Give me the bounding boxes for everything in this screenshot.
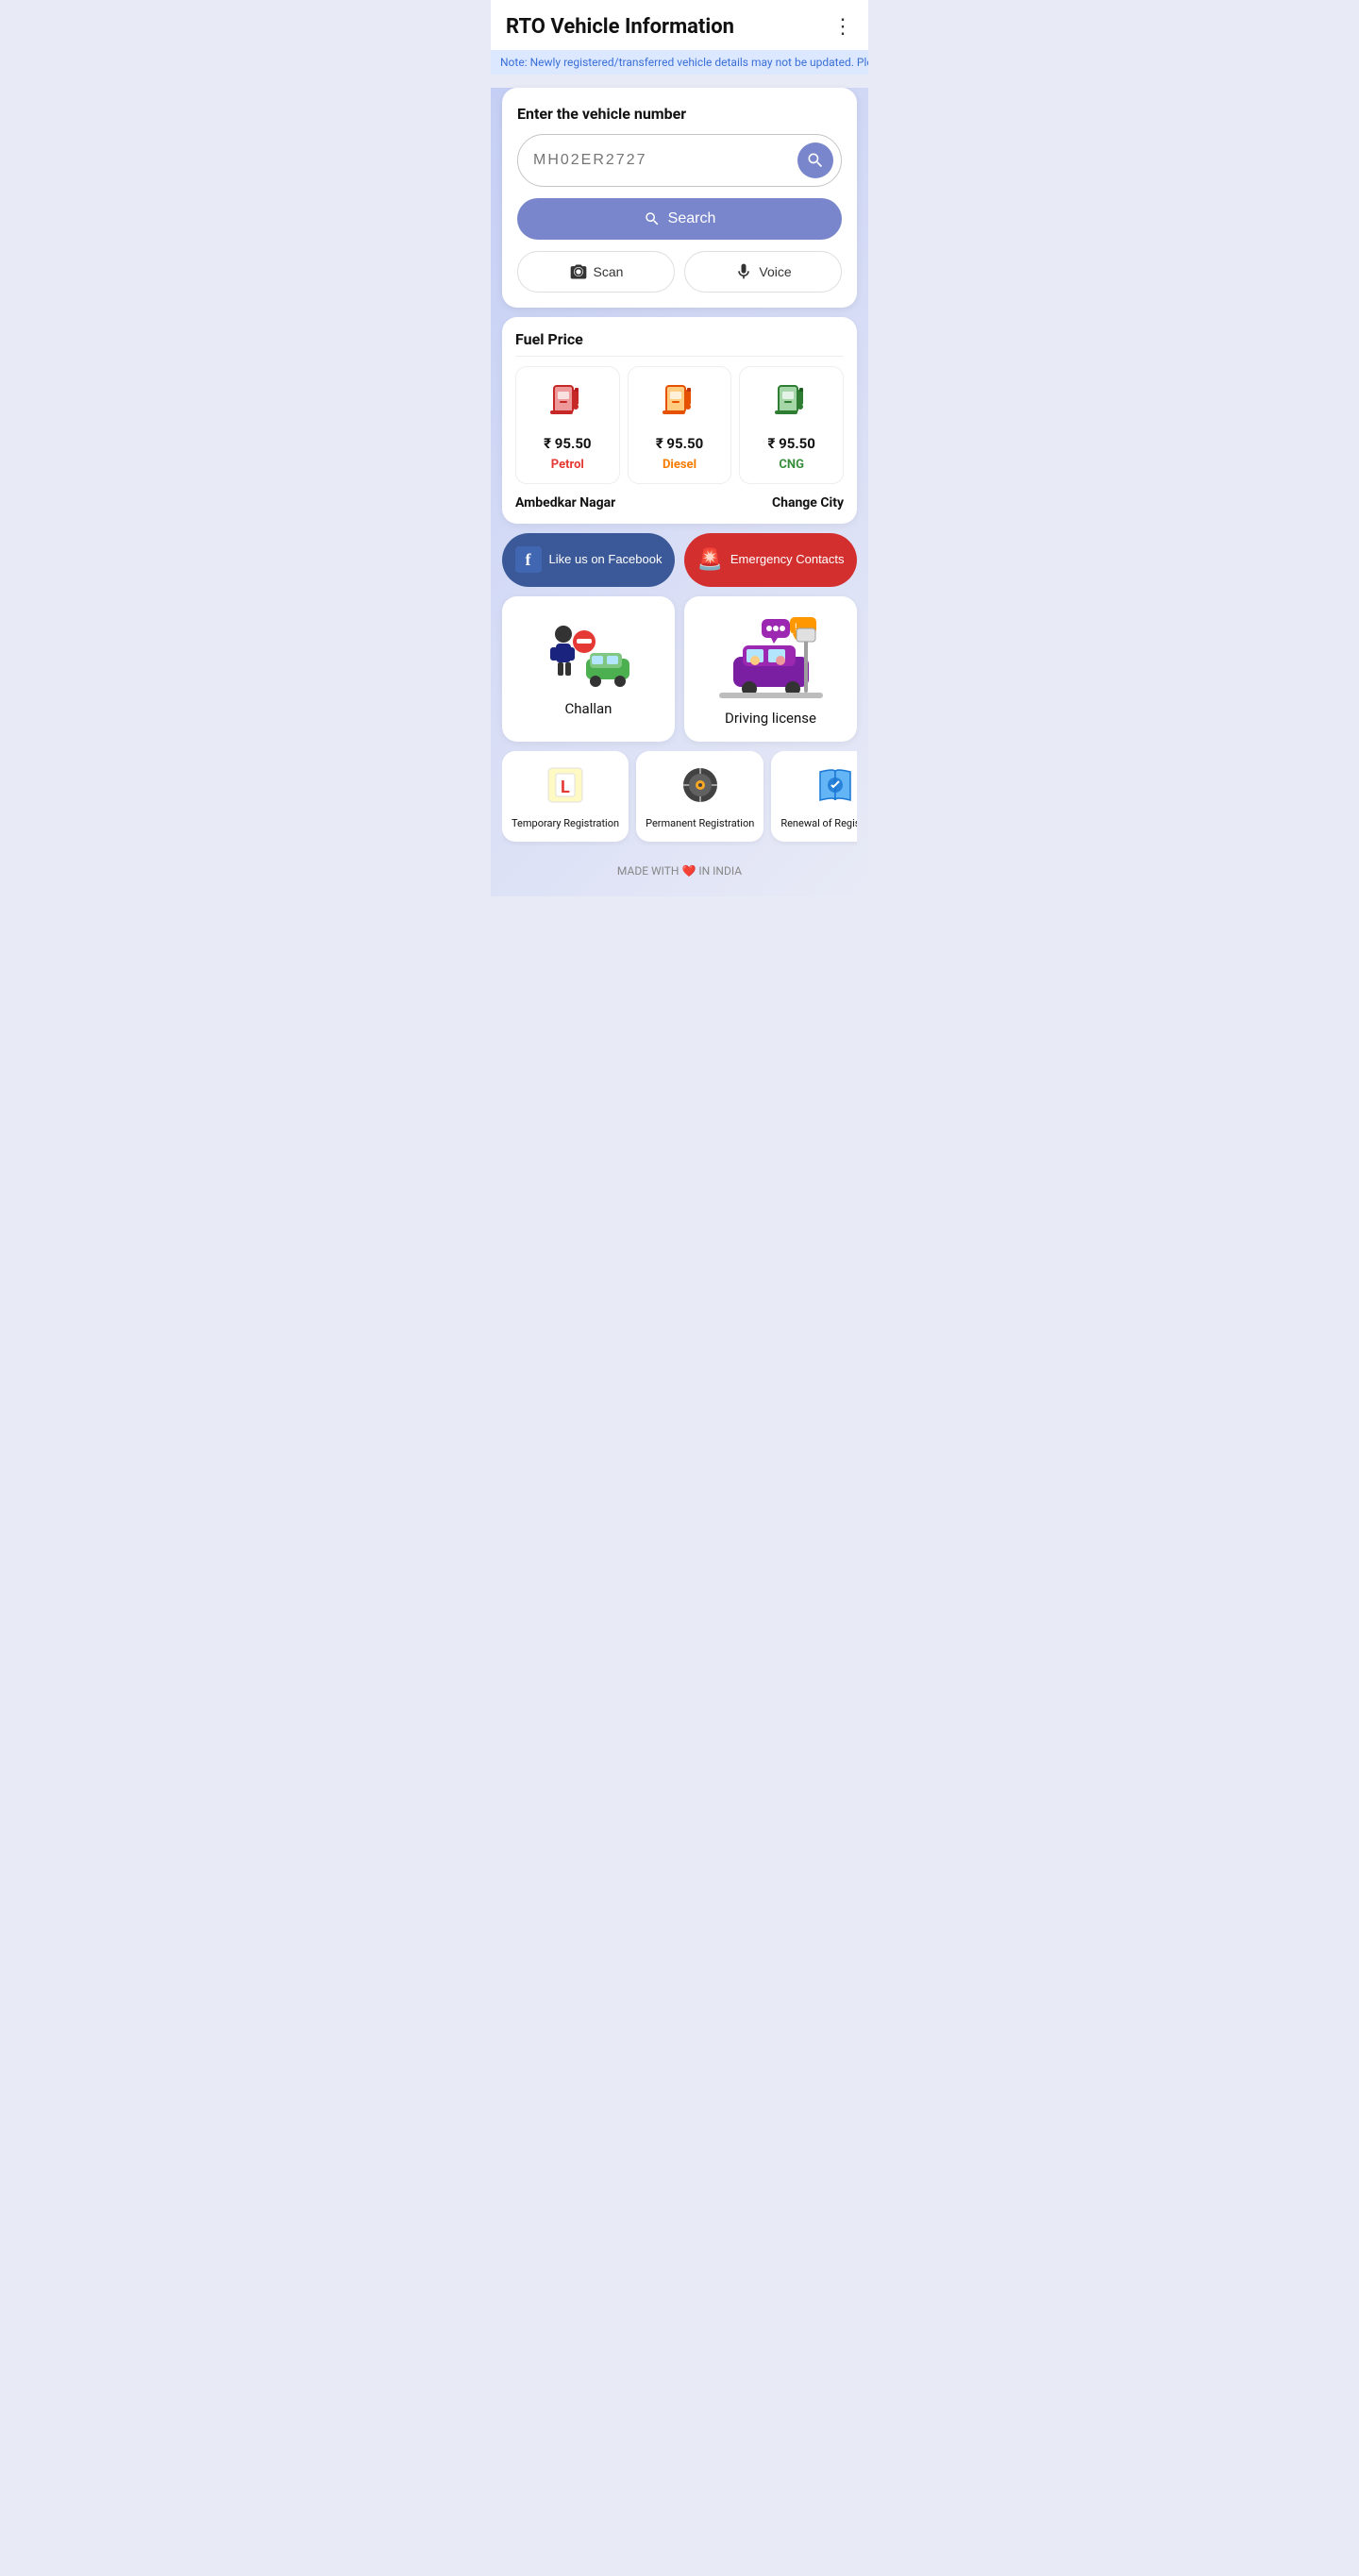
perm-reg-label: Permanent Registration xyxy=(646,817,754,830)
perm-reg-card[interactable]: Permanent Registration xyxy=(636,751,763,842)
driving-license-icon: ! xyxy=(694,615,847,700)
main-cards-row: Challan ! xyxy=(502,596,857,742)
petrol-pump-icon xyxy=(546,378,588,429)
cng-label: CNG xyxy=(779,458,804,472)
search-card-title: Enter the vehicle number xyxy=(517,105,842,123)
fuel-title: Fuel Price xyxy=(515,330,844,357)
notice-bar: Note: Newly registered/transferred vehic… xyxy=(491,50,868,75)
perm-reg-icon xyxy=(680,764,721,810)
fuel-city: Ambedkar Nagar xyxy=(515,495,615,510)
footer: MADE WITH ❤️ IN INDIA xyxy=(491,855,868,887)
fuel-item-petrol[interactable]: ₹ 95.50 Petrol xyxy=(515,366,620,484)
emergency-button[interactable]: 🚨 Emergency Contacts xyxy=(684,533,857,587)
temp-reg-label: Temporary Registration xyxy=(512,817,619,830)
cng-pump-icon xyxy=(771,378,813,429)
renewal-reg-icon xyxy=(814,764,856,810)
challan-label: Challan xyxy=(565,700,612,717)
temp-reg-card[interactable]: L Temporary Registration xyxy=(502,751,629,842)
search-icon-button[interactable] xyxy=(797,142,833,178)
fuel-footer: Ambedkar Nagar Change City xyxy=(515,495,844,510)
facebook-button[interactable]: f Like us on Facebook xyxy=(502,533,675,587)
petrol-price: ₹ 95.50 xyxy=(544,435,591,452)
vehicle-input-row xyxy=(517,134,842,187)
fuel-items: ₹ 95.50 Petrol ₹ 95.50 Diesel xyxy=(515,366,844,484)
diesel-label: Diesel xyxy=(663,458,696,472)
renewal-reg-card[interactable]: Renewal of Registration xyxy=(771,751,857,842)
driving-license-card[interactable]: ! Driving lic xyxy=(684,596,857,742)
renewal-reg-label: Renewal of Registration xyxy=(780,817,857,830)
search-card: Enter the vehicle number Search Scan xyxy=(502,88,857,308)
challan-card[interactable]: Challan xyxy=(502,596,675,742)
microphone-icon xyxy=(734,262,753,281)
challan-icon xyxy=(512,615,665,691)
search-btn-icon xyxy=(644,210,661,227)
driving-license-label: Driving license xyxy=(725,710,816,727)
app-title: RTO Vehicle Information xyxy=(506,15,734,39)
camera-icon xyxy=(569,262,588,281)
change-city-button[interactable]: Change City xyxy=(772,495,844,510)
search-icon xyxy=(806,151,825,170)
petrol-label: Petrol xyxy=(551,458,584,472)
temp-reg-icon: L xyxy=(545,764,586,810)
scan-button[interactable]: Scan xyxy=(517,251,675,293)
svg-text:L: L xyxy=(561,778,570,797)
voice-button[interactable]: Voice xyxy=(684,251,842,293)
diesel-price: ₹ 95.50 xyxy=(656,435,703,452)
vehicle-number-input[interactable] xyxy=(533,152,797,169)
small-cards-row: L Temporary Registration Permanent R xyxy=(502,751,857,845)
action-row: f Like us on Facebook 🚨 Emergency Contac… xyxy=(502,533,857,587)
app-header: RTO Vehicle Information ⋮ xyxy=(491,0,868,50)
emergency-icon: 🚨 xyxy=(696,546,722,574)
menu-button[interactable]: ⋮ xyxy=(832,15,853,39)
fuel-item-cng[interactable]: ₹ 95.50 CNG xyxy=(739,366,844,484)
fuel-item-diesel[interactable]: ₹ 95.50 Diesel xyxy=(628,366,732,484)
cng-price: ₹ 95.50 xyxy=(767,435,814,452)
search-button[interactable]: Search xyxy=(517,198,842,240)
facebook-icon: f xyxy=(515,546,542,573)
fuel-card: Fuel Price ₹ 95.50 Petrol xyxy=(502,317,857,524)
diesel-pump-icon xyxy=(659,378,700,429)
